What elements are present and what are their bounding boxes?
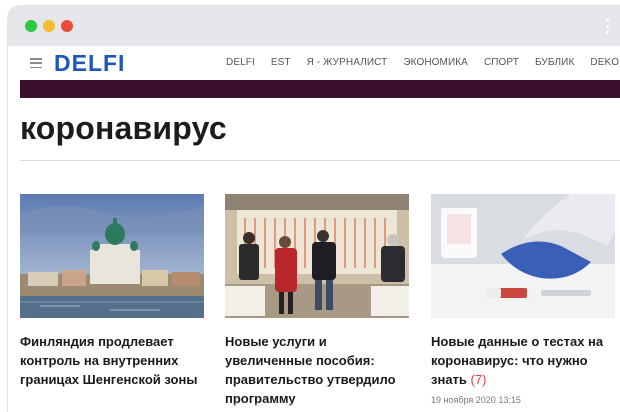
lab-test-photo[interactable] bbox=[431, 194, 615, 318]
article-title[interactable]: Финляндия продлевает контроль на внутрен… bbox=[20, 332, 204, 389]
hamburger-icon[interactable] bbox=[30, 58, 42, 68]
divider bbox=[20, 160, 620, 161]
comment-count[interactable]: (7) bbox=[471, 372, 487, 387]
section-banner bbox=[20, 80, 620, 98]
article-card[interactable]: Финляндия продлевает контроль на внутрен… bbox=[20, 194, 204, 389]
helsinki-cathedral-photo[interactable] bbox=[20, 194, 204, 318]
article-title[interactable]: Новые данные о тестах на коронавирус: чт… bbox=[431, 332, 615, 389]
page-title: коронавирус bbox=[20, 110, 227, 146]
menu-item-est[interactable]: EST bbox=[271, 57, 291, 68]
bottom-fade bbox=[8, 402, 620, 412]
article-card[interactable]: Новые данные о тестах на коронавирус: чт… bbox=[431, 194, 615, 405]
maximize-button[interactable] bbox=[61, 20, 73, 32]
people-queue-photo[interactable] bbox=[225, 194, 409, 318]
menu-item-deko[interactable]: DEKO bbox=[590, 57, 619, 68]
kebab-icon[interactable] bbox=[606, 18, 610, 34]
article-card[interactable]: Новые услуги и увеличенные пособия: прав… bbox=[225, 194, 409, 408]
minimize-button[interactable] bbox=[43, 20, 55, 32]
menu-item-bublik[interactable]: БУБЛИК bbox=[535, 57, 574, 68]
browser-window: DELFI DELFI EST Я - ЖУРНАЛИСТ ЭКОНОМИКА … bbox=[8, 6, 620, 412]
menu-item-delfi[interactable]: DELFI bbox=[226, 57, 255, 68]
menu-item-economy[interactable]: ЭКОНОМИКА bbox=[403, 57, 468, 68]
title-bar bbox=[8, 6, 620, 46]
close-button[interactable] bbox=[25, 20, 37, 32]
site-header: DELFI DELFI EST Я - ЖУРНАЛИСТ ЭКОНОМИКА … bbox=[8, 46, 620, 80]
menu-item-sport[interactable]: СПОРТ bbox=[484, 57, 519, 68]
menu-item-journalist[interactable]: Я - ЖУРНАЛИСТ bbox=[307, 57, 388, 68]
article-title-text[interactable]: Новые данные о тестах на коронавирус: чт… bbox=[431, 334, 603, 387]
main-menu: DELFI EST Я - ЖУРНАЛИСТ ЭКОНОМИКА СПОРТ … bbox=[226, 57, 619, 68]
site-logo[interactable]: DELFI bbox=[54, 50, 125, 77]
article-title[interactable]: Новые услуги и увеличенные пособия: прав… bbox=[225, 332, 409, 408]
